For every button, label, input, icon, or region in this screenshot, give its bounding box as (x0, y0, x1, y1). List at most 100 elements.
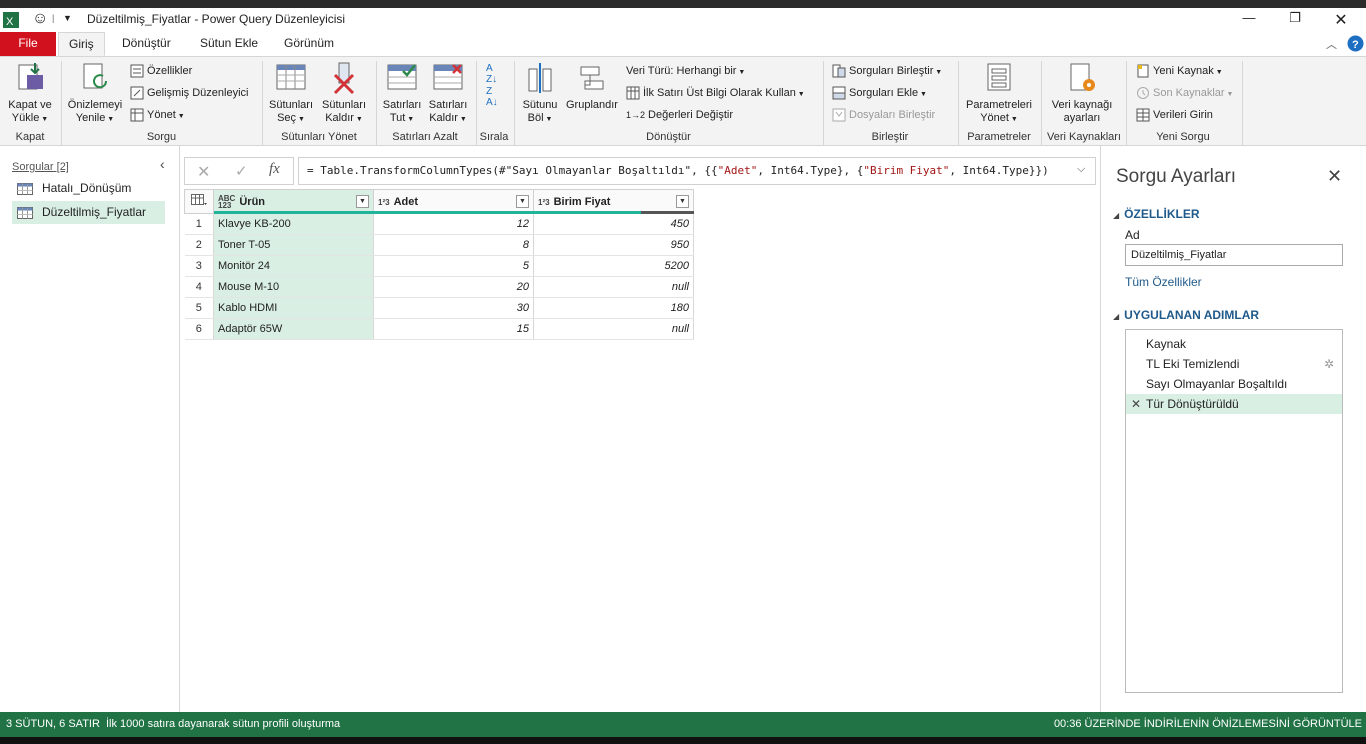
formula-bar: ✕ ✓ fx = Table.TransformColumnTypes(#"Sa… (184, 157, 1096, 185)
row-number[interactable]: 1 (184, 213, 214, 235)
collapse-queries-icon[interactable]: ‹ (160, 156, 165, 172)
group-label-yeni-sorgu: Yeni Sorgu (1156, 131, 1210, 143)
cell-urun[interactable]: Klavye KB-200 (213, 213, 374, 235)
split-column-button[interactable]: Sütunu Böl ▼ (517, 61, 563, 126)
advanced-editor-button[interactable]: Gelişmiş Düzenleyici (130, 84, 248, 102)
tab-donustur[interactable]: Dönüştür (112, 32, 181, 56)
step-settings-gear-icon[interactable]: ✲ (1324, 354, 1334, 374)
close-window-icon[interactable]: ✕ (1318, 10, 1364, 30)
data-grid: ABC 123 Ürün ▼ 1²3 Adet ▼ 1²3 Birim Fiyat ▼… (184, 189, 694, 340)
close-settings-icon[interactable]: ✕ (1327, 166, 1342, 187)
cell-urun[interactable]: Adaptör 65W (213, 318, 374, 340)
function-icon[interactable]: fx (269, 161, 280, 178)
ribbon-separator (1242, 61, 1243, 145)
properties-button[interactable]: Özellikler (130, 62, 192, 80)
minimize-icon[interactable]: — (1226, 10, 1272, 30)
applied-step[interactable]: TL Eki Temizlendi ✲ (1126, 354, 1342, 374)
row-number[interactable]: 5 (184, 297, 214, 319)
cell-birim-fiyat[interactable]: 180 (533, 297, 694, 319)
queries-header[interactable]: Sorgular [2] (12, 161, 69, 173)
use-first-row-button[interactable]: İlk Satırı Üst Bilgi Olarak Kullan ▼ (626, 84, 805, 102)
column-header-urun[interactable]: ABC 123 Ürün ▼ (213, 189, 374, 214)
data-type-button[interactable]: Veri Türü: Herhangi bir ▼ (626, 62, 745, 80)
smiley-icon[interactable]: ☺ (32, 10, 48, 28)
append-queries-button[interactable]: Sorguları Ekle ▼ (832, 84, 927, 102)
delete-step-icon[interactable]: ✕ (1131, 394, 1141, 414)
excel-logo-icon: X (3, 12, 19, 28)
column-header-birim-fiyat[interactable]: 1²3 Birim Fiyat ▼ (533, 189, 694, 214)
cell-birim-fiyat[interactable]: 5200 (533, 255, 694, 277)
commit-formula-icon[interactable]: ✓ (235, 162, 248, 180)
query-item[interactable]: Hatalı_Dönüşüm (12, 177, 165, 200)
type-any-icon[interactable]: ABC 123 (218, 194, 235, 209)
applied-step[interactable]: Kaynak (1126, 334, 1342, 354)
cell-adet[interactable]: 12 (373, 213, 534, 235)
query-name-input[interactable]: Düzeltilmiş_Fiyatlar (1125, 244, 1343, 266)
query-item-selected[interactable]: Düzeltilmiş_Fiyatlar (12, 201, 165, 224)
refresh-preview-button[interactable]: Önizlemeyi Yenile ▼ (64, 61, 126, 126)
sort-ascending-icon[interactable]: A Z↓ (486, 63, 497, 85)
cell-adet[interactable]: 5 (373, 255, 534, 277)
group-by-button[interactable]: Gruplandır (563, 61, 621, 112)
row-number[interactable]: 6 (184, 318, 214, 340)
column-filter-icon[interactable]: ▼ (676, 195, 689, 208)
manage-button[interactable]: Yönet ▼ (130, 106, 185, 124)
cell-birim-fiyat[interactable]: null (533, 276, 694, 298)
replace-values-button[interactable]: 1→2 Değerleri Değiştir (626, 106, 733, 124)
cell-birim-fiyat[interactable]: 450 (533, 213, 694, 235)
type-integer-icon[interactable]: 1²3 (538, 198, 550, 207)
column-filter-icon[interactable]: ▼ (516, 195, 529, 208)
row-number[interactable]: 2 (184, 234, 214, 256)
refresh-preview-icon (83, 63, 108, 89)
merge-queries-icon (832, 64, 846, 78)
cell-adet[interactable]: 30 (373, 297, 534, 319)
cell-urun[interactable]: Monitör 24 (213, 255, 374, 277)
table-menu-button[interactable] (184, 189, 214, 214)
enter-data-button[interactable]: Verileri Girin (1136, 106, 1213, 124)
manage-parameters-icon (987, 63, 1011, 91)
close-and-load-button[interactable]: Kapat ve Yükle ▼ (4, 61, 56, 126)
tab-gorunum[interactable]: Görünüm (274, 32, 344, 56)
collapse-ribbon-icon[interactable]: ︿ (1326, 36, 1337, 52)
cell-adet[interactable]: 8 (373, 234, 534, 256)
expand-formula-icon[interactable]: ⌵ (1077, 163, 1085, 176)
applied-step-selected[interactable]: ✕ Tür Dönüştürüldü (1126, 394, 1342, 414)
cell-urun[interactable]: Kablo HDMI (213, 297, 374, 319)
qat-dropdown-icon[interactable]: ▼ (63, 13, 72, 23)
formula-bar-icons: ✕ ✓ fx (184, 157, 294, 185)
cell-birim-fiyat[interactable]: 950 (533, 234, 694, 256)
data-source-settings-button[interactable]: Veri kaynağı ayarları (1044, 61, 1120, 125)
tab-file[interactable]: File (0, 32, 56, 56)
tab-giris[interactable]: Giriş (58, 32, 105, 56)
help-icon[interactable]: ? (1347, 35, 1364, 52)
cell-urun[interactable]: Toner T-05 (213, 234, 374, 256)
cell-birim-fiyat[interactable]: null (533, 318, 694, 340)
column-header-adet[interactable]: 1²3 Adet ▼ (373, 189, 534, 214)
tab-sutun-ekle[interactable]: Sütun Ekle (190, 32, 268, 56)
column-filter-icon[interactable]: ▼ (356, 195, 369, 208)
remove-columns-button[interactable]: Sütunları Kaldır ▼ (318, 61, 370, 126)
status-profiling-mode[interactable]: İlk 1000 satıra dayanarak sütun profili … (106, 712, 340, 737)
type-integer-icon[interactable]: 1²3 (378, 198, 390, 207)
cell-urun[interactable]: Mouse M-10 (213, 276, 374, 298)
all-properties-link[interactable]: Tüm Özellikler (1125, 275, 1202, 289)
keep-rows-button[interactable]: Satırları Tut ▼ (379, 61, 425, 126)
choose-columns-button[interactable]: Sütunları Seç ▼ (265, 61, 317, 126)
cell-adet[interactable]: 20 (373, 276, 534, 298)
row-number[interactable]: 4 (184, 276, 214, 298)
cell-adet[interactable]: 15 (373, 318, 534, 340)
formula-input[interactable]: = Table.TransformColumnTypes(#"Sayı Olma… (298, 157, 1096, 185)
sort-descending-icon[interactable]: Z A↓ (486, 86, 498, 108)
applied-steps-header[interactable]: UYGULANAN ADIMLAR (1113, 308, 1259, 322)
new-source-button[interactable]: Yeni Kaynak ▼ (1136, 62, 1223, 80)
manage-parameters-button[interactable]: Parametreleri Yönet ▼ (961, 61, 1037, 126)
cancel-formula-icon[interactable]: ✕ (197, 162, 210, 182)
properties-section-header[interactable]: ÖZELLİKLER (1113, 207, 1199, 221)
applied-step[interactable]: Sayı Olmayanlar Boşaltıldı (1126, 374, 1342, 394)
group-label-sutunlari-yonet: Sütunları Yönet (281, 131, 357, 143)
merge-queries-button[interactable]: Sorguları Birleştir ▼ (832, 62, 942, 80)
row-number[interactable]: 3 (184, 255, 214, 277)
restore-icon[interactable]: ❐ (1272, 10, 1318, 30)
enter-data-icon (1136, 108, 1150, 122)
remove-rows-button[interactable]: Satırları Kaldır ▼ (425, 61, 471, 126)
